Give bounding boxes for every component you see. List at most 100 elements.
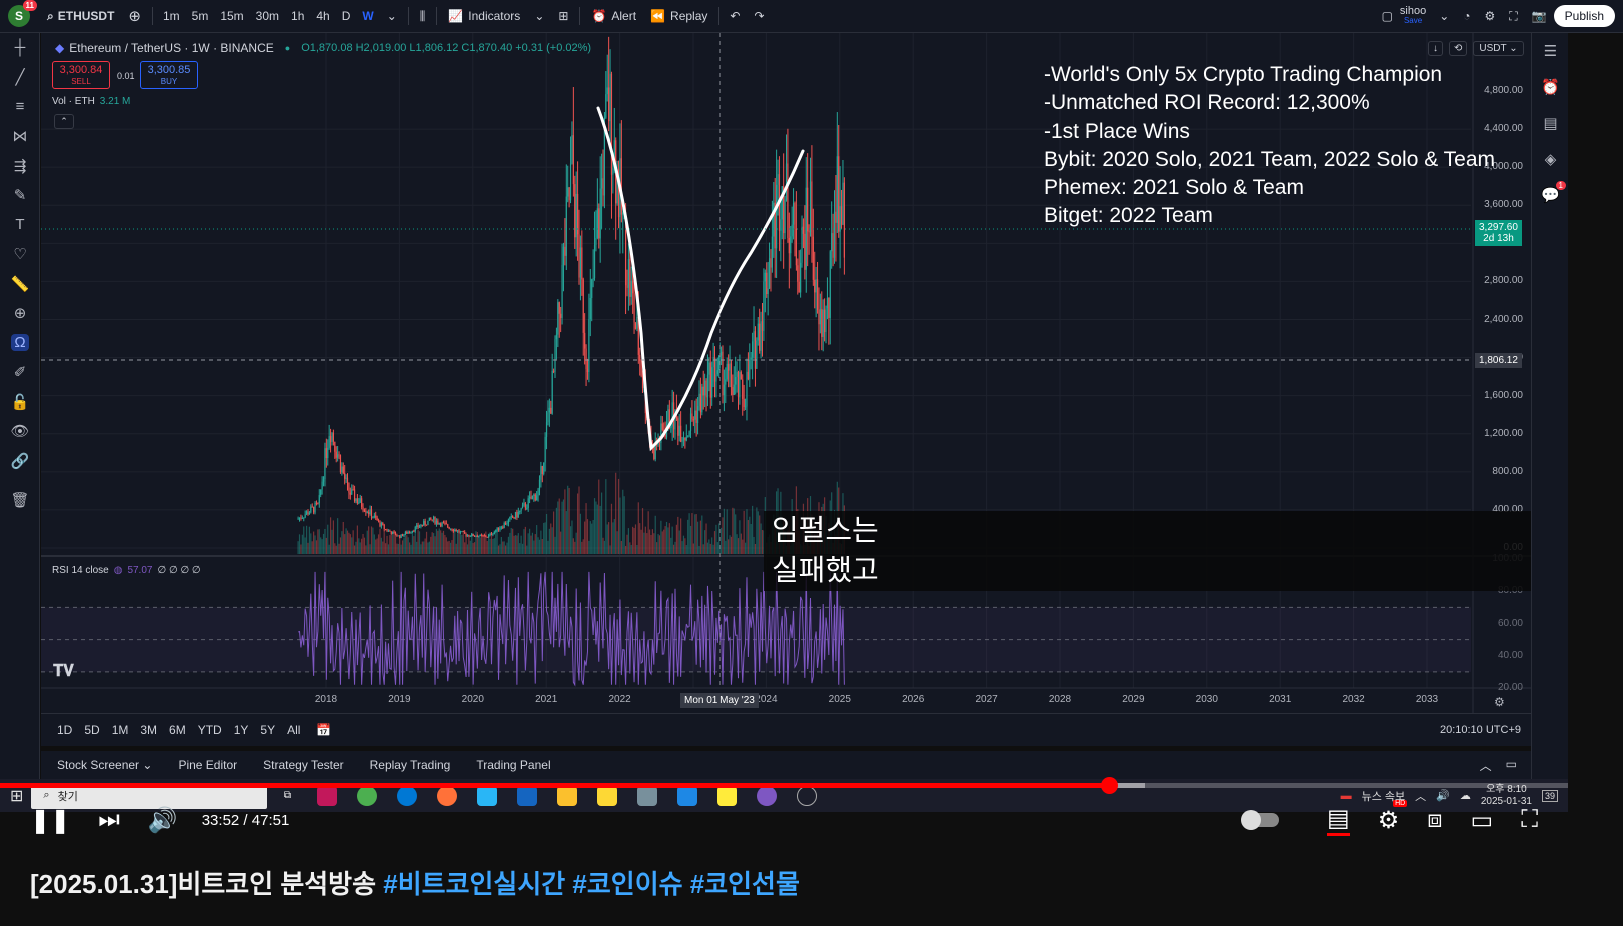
tab-trading-panel[interactable]: Trading Panel	[463, 758, 563, 772]
add-symbol-button[interactable]: ⊕	[121, 0, 148, 32]
trend-line-tool[interactable]: ╱	[0, 63, 40, 93]
eye-tool[interactable]: 👁	[0, 417, 40, 447]
volume-bar	[472, 542, 474, 554]
currency-select[interactable]: USDT ⌄	[1473, 41, 1524, 56]
fullscreen-button[interactable]: ⛶	[1502, 9, 1524, 24]
symbol-legend[interactable]: ◆ Ethereum / TetherUS · 1W · BINANCE ● O…	[55, 41, 591, 55]
range-all[interactable]: All	[281, 723, 306, 737]
timeframe-W[interactable]: W	[356, 9, 379, 23]
mute-button[interactable]: 🔊	[148, 806, 178, 835]
watchlist-button[interactable]: ☰	[1532, 33, 1569, 69]
ruler-tool[interactable]: 📏	[0, 269, 40, 299]
pause-button[interactable]: ❚❚	[30, 806, 70, 835]
settings-button[interactable]: ⚙	[1478, 9, 1503, 23]
news-button[interactable]: ▤	[1532, 105, 1569, 141]
volume-bar	[466, 544, 469, 554]
sell-button[interactable]: 3,300.84 SELL	[52, 61, 110, 89]
layout-square-button[interactable]: ▢	[1375, 9, 1400, 23]
link-tool[interactable]: 🔗	[0, 446, 40, 476]
buy-button[interactable]: 3,300.85 BUY	[140, 61, 198, 89]
volume-legend[interactable]: Vol · ETH 3.21 M	[52, 96, 130, 107]
heart-tool[interactable]: ♡	[0, 240, 40, 270]
range-1m[interactable]: 1M	[106, 723, 135, 737]
projection-tool[interactable]: ⇶	[0, 151, 40, 181]
layout-button[interactable]: ⊞	[551, 0, 575, 32]
settings-button[interactable]: ⚙ HD	[1378, 799, 1408, 835]
range-5d[interactable]: 5D	[78, 723, 105, 737]
rsi-legend[interactable]: RSI 14 close ◍ 57.07 ∅ ∅ ∅ ∅	[52, 565, 201, 576]
text-tool[interactable]: T	[0, 210, 40, 240]
timeframe-dropdown[interactable]: ⌄	[380, 0, 404, 32]
subtitles-button[interactable]: ▤	[1327, 804, 1350, 836]
timeframe-1h[interactable]: 1h	[285, 9, 310, 23]
undo-button[interactable]: ↶	[723, 0, 747, 32]
layout-name[interactable]: sihoo Save	[1400, 6, 1426, 26]
video-progress-bar[interactable]	[0, 777, 1568, 794]
range-5y[interactable]: 5Y	[254, 723, 281, 737]
redo-button[interactable]: ↷	[747, 0, 771, 32]
alert-button[interactable]: ⏰ Alert	[584, 0, 643, 32]
video-hashtags[interactable]: #비트코인실시간 #코인이슈 #코인선물	[383, 869, 800, 899]
timeframe-D[interactable]: D	[336, 9, 357, 23]
volume-bar	[671, 526, 673, 554]
fullscreen-button[interactable]: ⛶	[1521, 806, 1538, 834]
refresh-button[interactable]: ⟲	[1449, 41, 1468, 56]
timeframe-1m[interactable]: 1m	[157, 9, 186, 23]
layout-dropdown[interactable]: ⌄	[1432, 9, 1456, 23]
volume-bar	[756, 507, 758, 554]
fib-tool[interactable]: ≡	[0, 92, 40, 122]
avatar[interactable]: S 11	[8, 0, 37, 27]
volume-bar	[523, 529, 525, 554]
collapse-panel-button[interactable]: ︿	[1480, 757, 1492, 774]
lock-tool[interactable]: 🔓	[0, 387, 40, 417]
indicators-dropdown[interactable]: ⌄	[527, 0, 551, 32]
timeframe-5m[interactable]: 5m	[186, 9, 215, 23]
magnet-tool[interactable]: Ω	[0, 328, 40, 358]
chart-pane[interactable]: ◆ Ethereum / TetherUS · 1W · BINANCE ● O…	[41, 33, 1531, 713]
timeframe-15m[interactable]: 15m	[214, 9, 249, 23]
chat-button[interactable]: 💬 1	[1532, 177, 1569, 213]
pattern-tool[interactable]: ⋈	[0, 122, 40, 152]
timeframe-30m[interactable]: 30m	[250, 9, 285, 23]
crosshair-tool[interactable]: ┼	[0, 33, 40, 63]
tab-strategy-tester[interactable]: Strategy Tester	[250, 758, 356, 772]
range-1d[interactable]: 1D	[51, 723, 78, 737]
volume-bar	[739, 520, 741, 554]
quick-search-button[interactable]: ◔	[1456, 9, 1477, 23]
clock[interactable]: 20:10:10 UTC+9	[1440, 724, 1521, 736]
maximize-panel-button[interactable]: ▭	[1506, 757, 1517, 774]
range-6m[interactable]: 6M	[163, 723, 192, 737]
candle-body	[401, 534, 404, 537]
axis-settings-button[interactable]: ⚙	[1494, 695, 1505, 709]
zoom-tool[interactable]: ⊕	[0, 299, 40, 329]
trash-tool[interactable]: 🗑	[0, 486, 40, 516]
symbol-search[interactable]: ⌕ ETHUSDT	[40, 0, 121, 32]
range-1y[interactable]: 1Y	[228, 723, 255, 737]
date-range-button[interactable]: 📅	[316, 723, 331, 737]
range-3m[interactable]: 3M	[134, 723, 163, 737]
chevron-down-icon: ⌄	[1439, 9, 1450, 23]
publish-button[interactable]: Publish	[1553, 5, 1615, 27]
tab-pine-editor[interactable]: Pine Editor	[165, 758, 250, 772]
candle-body	[376, 517, 378, 521]
pencil-lock-tool[interactable]: ✐	[0, 358, 40, 388]
theater-mode-button[interactable]: ▭	[1471, 806, 1494, 835]
layers-button[interactable]: ◈	[1532, 141, 1569, 177]
tab-stock-screener[interactable]: Stock Screener ⌄	[44, 758, 165, 772]
tab-replay-trading[interactable]: Replay Trading	[357, 758, 464, 772]
collapse-legend-button[interactable]: ⌃	[54, 114, 74, 129]
volume-bar	[471, 533, 473, 554]
timeframe-4h[interactable]: 4h	[310, 9, 335, 23]
next-button[interactable]: ⏭	[98, 806, 120, 834]
candle-type-button[interactable]: ⫼	[413, 0, 433, 32]
indicators-button[interactable]: 📈 Indicators	[441, 0, 527, 32]
replay-button[interactable]: ⏪ Replay	[643, 0, 714, 32]
download-button[interactable]: ↓	[1428, 41, 1443, 56]
alarm-button[interactable]: ⏰	[1532, 69, 1569, 105]
brush-tool[interactable]: ✎	[0, 181, 40, 211]
autoplay-toggle[interactable]	[1241, 810, 1280, 830]
miniplayer-button[interactable]: ⧈	[1427, 806, 1442, 834]
snapshot-button[interactable]: 📷	[1525, 9, 1554, 23]
range-ytd[interactable]: YTD	[192, 723, 228, 737]
video-title[interactable]: [2025.01.31]비트코인 분석방송 #비트코인실시간 #코인이슈 #코인…	[30, 864, 800, 901]
